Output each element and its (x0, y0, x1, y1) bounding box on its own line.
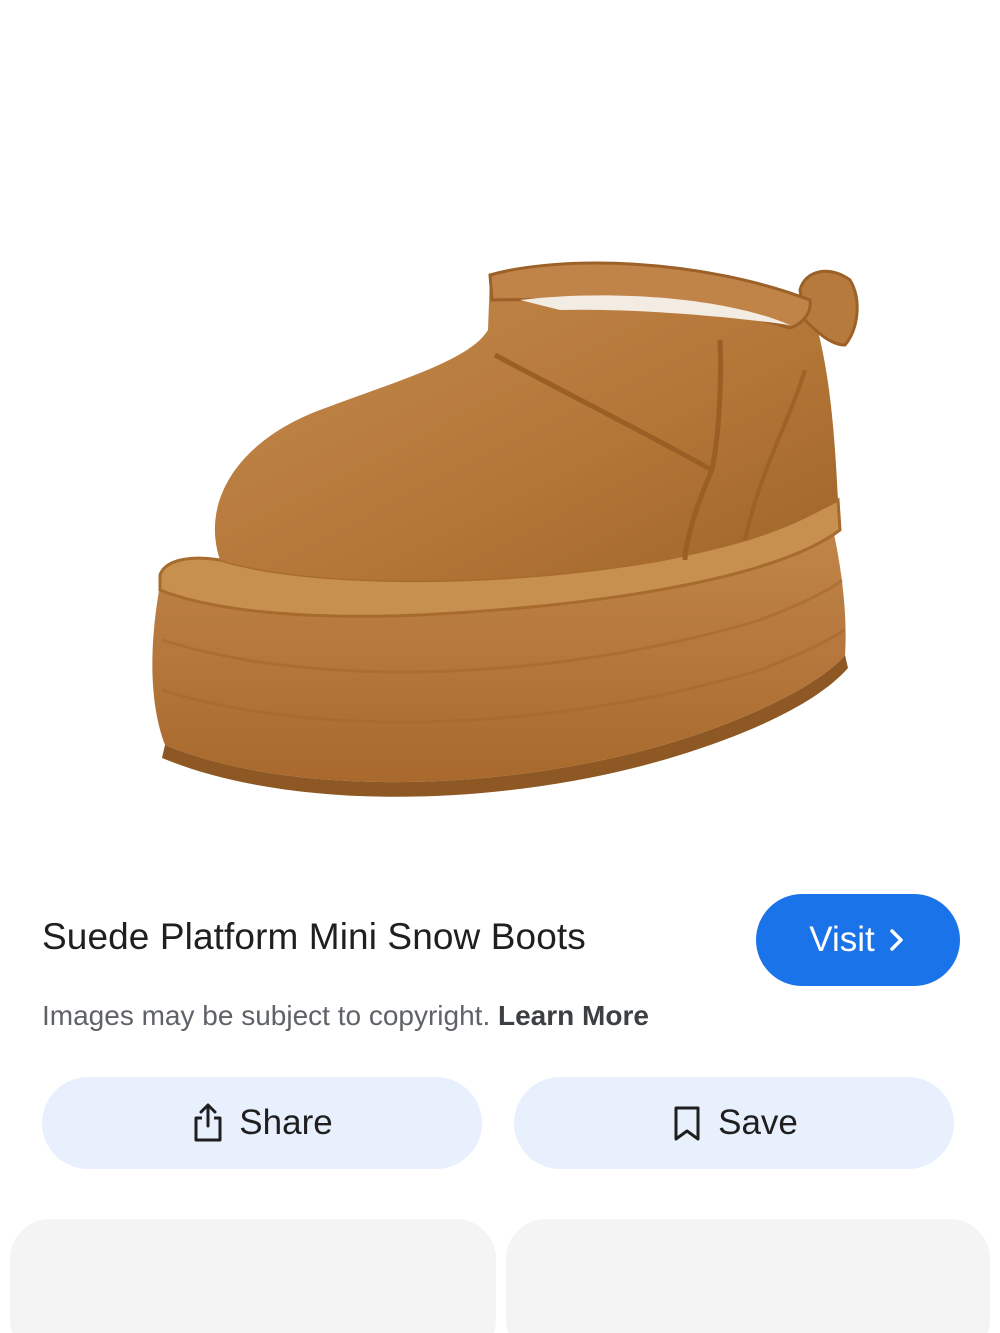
share-icon (194, 1103, 222, 1142)
related-card[interactable] (506, 1219, 990, 1333)
related-card[interactable] (10, 1219, 496, 1333)
product-title: Suede Platform Mini Snow Boots (42, 916, 586, 957)
visit-label: Visit (809, 920, 875, 959)
save-label: Save (718, 1103, 798, 1142)
learn-more-link[interactable]: Learn More (498, 1000, 649, 1031)
share-label: Share (239, 1103, 333, 1142)
save-button[interactable]: Save (514, 1077, 954, 1169)
product-image[interactable] (0, 0, 1000, 880)
copyright-text: Images may be subject to copyright. (42, 1000, 491, 1031)
share-button[interactable]: Share (42, 1077, 482, 1169)
title-row: Suede Platform Mini Snow Boots Visit (42, 894, 960, 986)
boot-illustration (152, 261, 859, 797)
chevron-right-icon (890, 929, 903, 951)
bookmark-icon (674, 1106, 700, 1141)
visit-button[interactable]: Visit (756, 894, 960, 986)
copyright-notice: Images may be subject to copyright. Lear… (42, 1000, 649, 1032)
image-detail-page: Suede Platform Mini Snow Boots Visit Ima… (0, 0, 1000, 1333)
